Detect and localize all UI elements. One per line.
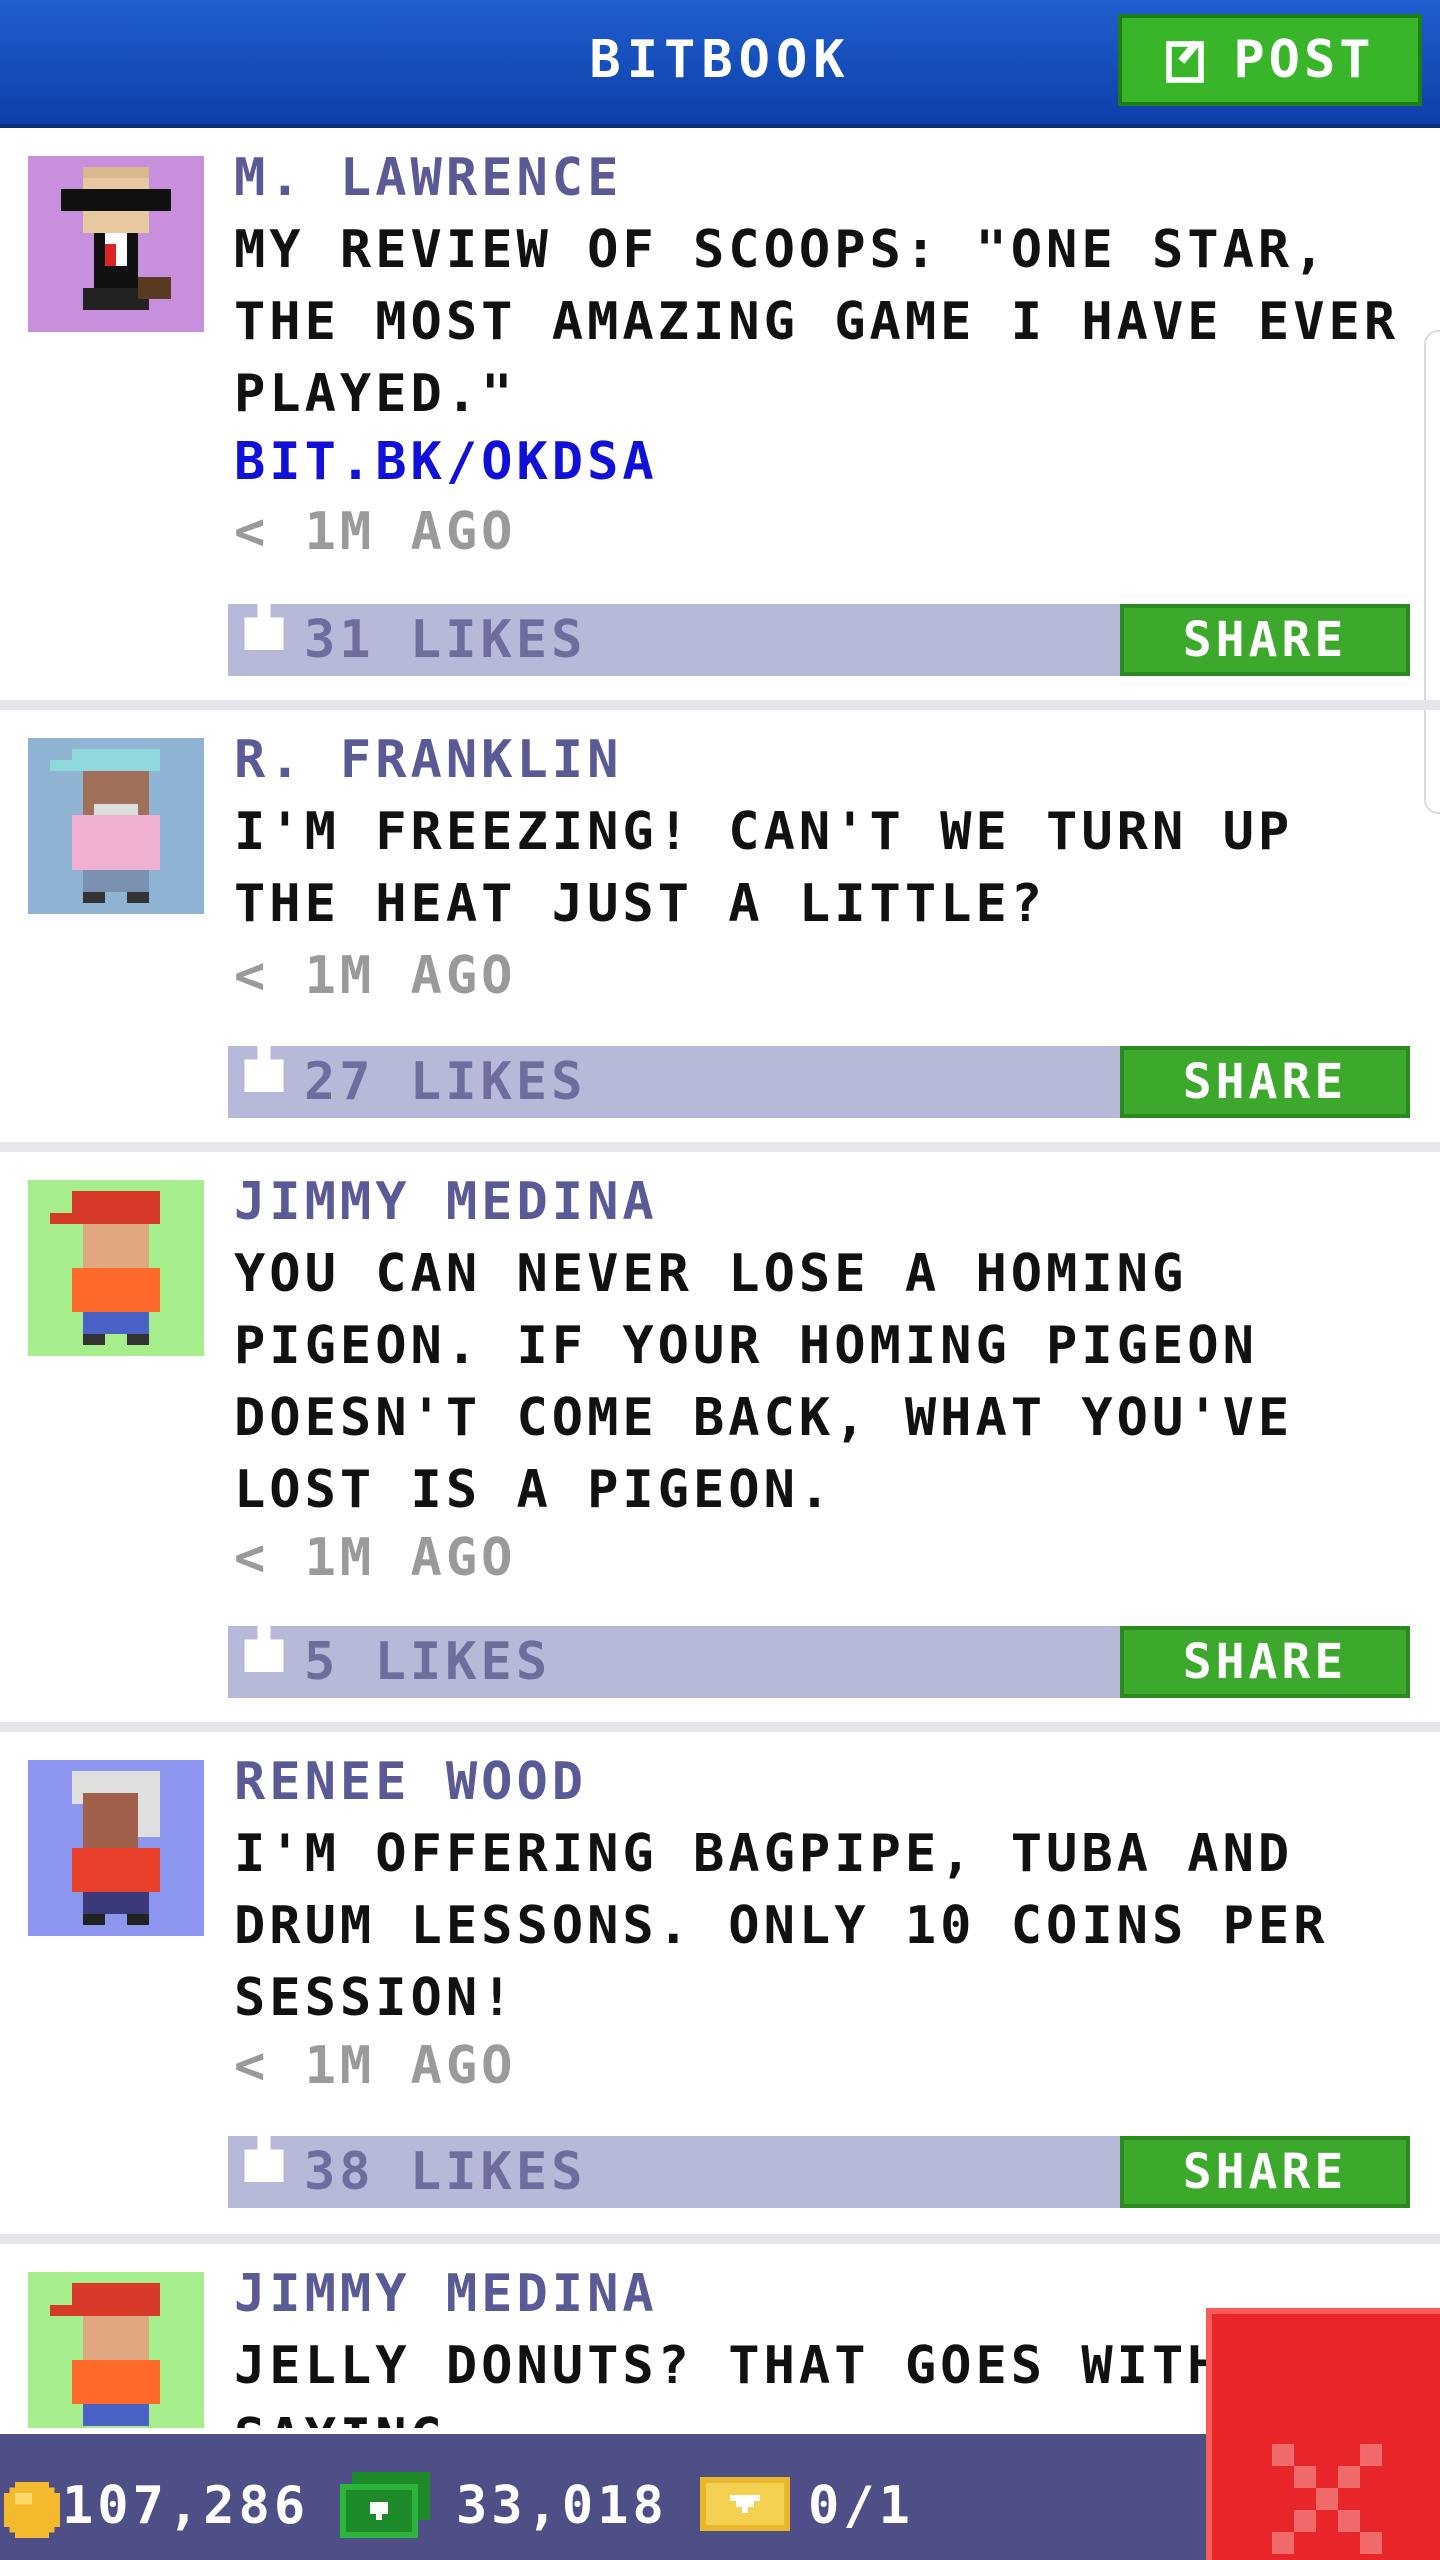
like-bar: 5 LIKES SHARE xyxy=(228,1607,1410,1698)
post-divider xyxy=(0,1722,1440,1732)
post-message: I'M FREEZING! CAN'T WE TURN UP THE HEAT … xyxy=(234,802,1294,934)
like-bar: 31 LIKES SHARE xyxy=(228,585,1410,676)
avatar[interactable] xyxy=(28,156,204,332)
like-count: 27 LIKES xyxy=(304,1052,587,1112)
app-header: BITBOOK POST xyxy=(0,0,1440,128)
share-button[interactable]: SHARE xyxy=(1120,2136,1410,2208)
thumbs-up-icon[interactable] xyxy=(238,2116,290,2196)
post-button[interactable]: POST xyxy=(1118,14,1422,106)
avatar[interactable] xyxy=(28,1180,204,1356)
post-timestamp: < 1M AGO xyxy=(234,502,517,562)
like-count: 5 LIKES xyxy=(304,1632,552,1692)
post-card: JIMMY MEDINA YOU CAN NEVER LOSE A HOMING… xyxy=(0,1152,1440,1726)
post-author[interactable]: JIMMY MEDINA xyxy=(234,2264,658,2324)
post-timestamp: < 1M AGO xyxy=(234,1528,517,1588)
post-message: MY REVIEW OF SCOOPS: "ONE STAR, THE MOST… xyxy=(234,220,1400,424)
bux-count: 33,018 xyxy=(456,2476,668,2536)
post-card: M. LAWRENCE MY REVIEW OF SCOOPS: "ONE ST… xyxy=(0,128,1440,708)
post-card: RENEE WOOD I'M OFFERING BAGPIPE, TUBA AN… xyxy=(0,1732,1440,2240)
post-author[interactable]: M. LAWRENCE xyxy=(234,148,622,208)
post-timestamp: < 1M AGO xyxy=(234,946,517,1006)
gold-ticket-icon xyxy=(700,2477,790,2531)
post-author[interactable]: RENEE WOOD xyxy=(234,1752,587,1812)
post-author[interactable]: JIMMY MEDINA xyxy=(234,1172,658,1232)
post-link[interactable]: BIT.BK/OKDSA xyxy=(234,432,658,492)
like-count: 38 LIKES xyxy=(304,2142,587,2202)
share-button[interactable]: SHARE xyxy=(1120,604,1410,676)
avatar[interactable] xyxy=(28,2272,204,2428)
post-edit-icon xyxy=(1166,40,1205,83)
avatar[interactable] xyxy=(28,738,204,914)
post-card: R. FRANKLIN I'M FREEZING! CAN'T WE TURN … xyxy=(0,710,1440,1152)
like-count: 31 LIKES xyxy=(304,610,587,670)
avatar[interactable] xyxy=(28,1760,204,1936)
like-bar: 38 LIKES SHARE xyxy=(228,2117,1410,2208)
share-button[interactable]: SHARE xyxy=(1120,1046,1410,1118)
coin-icon xyxy=(4,2482,60,2538)
post-button-label: POST xyxy=(1233,30,1375,90)
close-icon xyxy=(1272,2444,1382,2554)
thumbs-up-icon[interactable] xyxy=(238,1026,290,1106)
post-message: YOU CAN NEVER LOSE A HOMING PIGEON. IF Y… xyxy=(234,1244,1294,1520)
coin-count: 107,286 xyxy=(62,2476,310,2536)
post-message: I'M OFFERING BAGPIPE, TUBA AND DRUM LESS… xyxy=(234,1824,1329,2028)
thumbs-up-icon[interactable] xyxy=(238,1606,290,1686)
feed: M. LAWRENCE MY REVIEW OF SCOOPS: "ONE ST… xyxy=(0,128,1440,2428)
post-timestamp: < 1M AGO xyxy=(234,2036,517,2096)
cash-icon xyxy=(340,2472,430,2538)
like-bar: 27 LIKES SHARE xyxy=(228,1027,1410,1118)
thumbs-up-icon[interactable] xyxy=(238,584,290,664)
post-author[interactable]: R. FRANKLIN xyxy=(234,730,622,790)
post-divider xyxy=(0,700,1440,710)
post-divider xyxy=(0,2234,1440,2244)
gold-count: 0/1 xyxy=(808,2476,914,2536)
share-button[interactable]: SHARE xyxy=(1120,1626,1410,1698)
post-divider xyxy=(0,1142,1440,1152)
close-button[interactable] xyxy=(1206,2308,1440,2560)
